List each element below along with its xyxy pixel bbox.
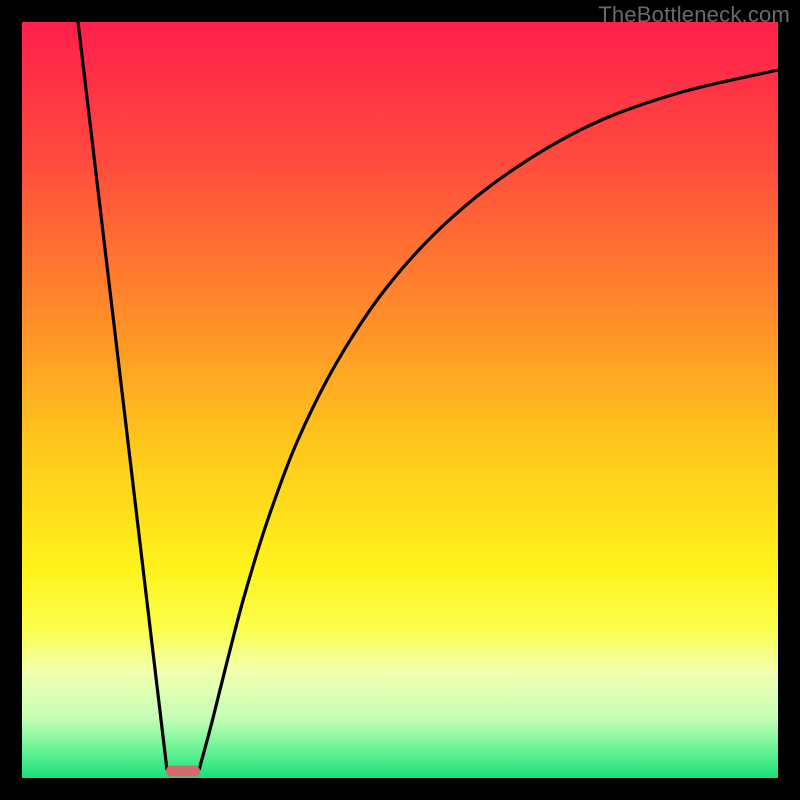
plot-area: [22, 22, 778, 778]
curve-right: [199, 70, 778, 770]
chart-frame: TheBottleneck.com: [0, 0, 800, 800]
curves-layer: [22, 22, 778, 778]
watermark-text: TheBottleneck.com: [598, 2, 790, 28]
curve-left: [78, 22, 167, 770]
bottom-marker: [166, 766, 200, 777]
